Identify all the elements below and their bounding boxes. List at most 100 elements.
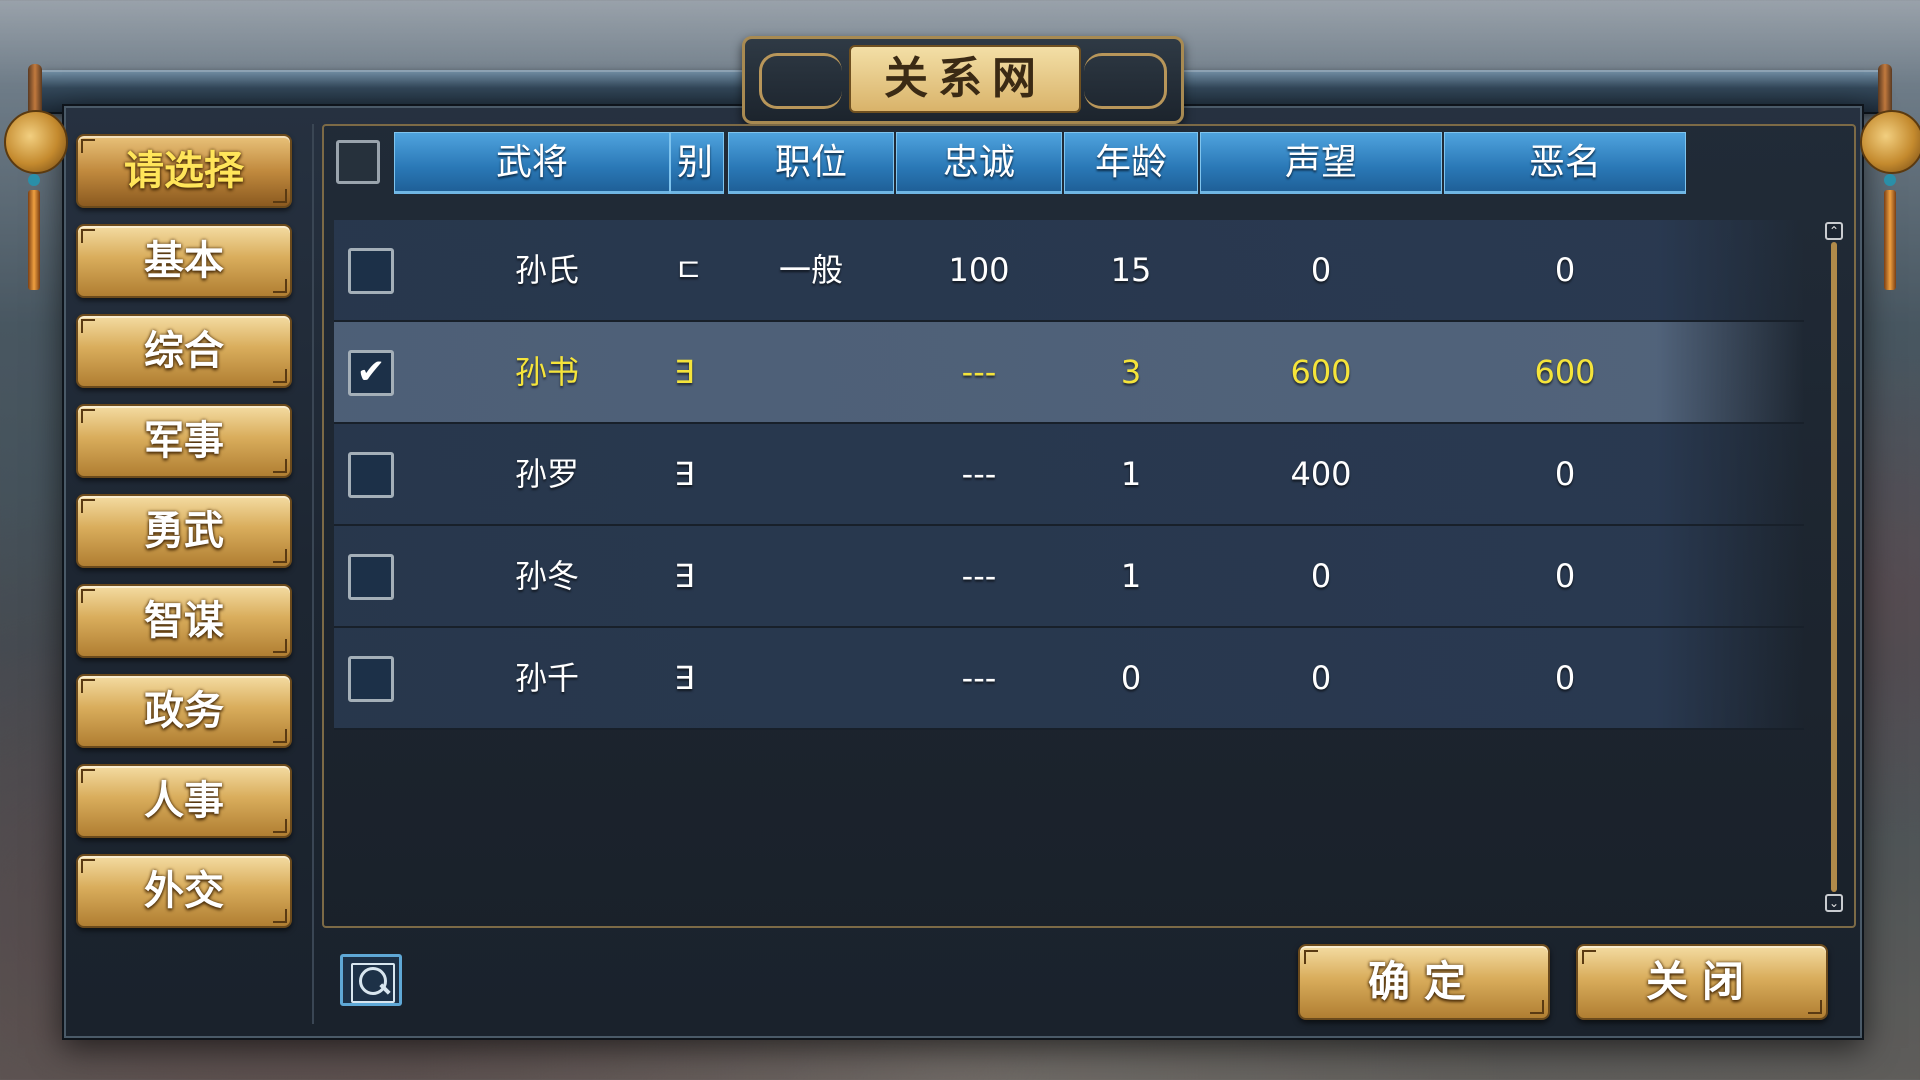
table-row[interactable]: 孙冬 ∃ --- 1 0 0: [334, 526, 1804, 628]
select-all-checkbox[interactable]: [336, 140, 380, 184]
corner-ornament: [1530, 1000, 1544, 1014]
table-row[interactable]: 孙氏 ㄷ 一般 100 15 0 0: [334, 220, 1804, 322]
menu-item-label: 人事: [144, 778, 224, 824]
scrollbar-track[interactable]: [1831, 242, 1837, 892]
officer-infamy: 0: [1554, 455, 1576, 493]
corner-ornament: [273, 909, 287, 923]
menu-item-personnel[interactable]: 人事: [76, 764, 292, 838]
officer-infamy: 0: [1554, 251, 1576, 289]
officer-gender: ∃: [674, 557, 695, 595]
tassel-bead: [1884, 174, 1896, 186]
menu-item-politics[interactable]: 政务: [76, 674, 292, 748]
row-checkbox[interactable]: [348, 554, 394, 600]
row-checkbox-checked[interactable]: ✔: [348, 350, 394, 396]
officer-name: 孙千: [514, 659, 579, 697]
officer-gender: ∃: [674, 353, 695, 391]
title-plate: 关系网: [742, 36, 1184, 124]
menu-item-label: 请选择: [124, 148, 244, 194]
row-checkbox[interactable]: [348, 248, 394, 294]
menu-item-strategy[interactable]: 智谋: [76, 584, 292, 658]
corner-ornament: [273, 639, 287, 653]
check-mark-icon: ✔: [356, 352, 386, 392]
corner-ornament: [81, 859, 95, 873]
menu-item-basic[interactable]: 基本: [76, 224, 292, 298]
menu-item-label: 政务: [144, 688, 224, 734]
medallion-icon: [4, 110, 68, 174]
close-button[interactable]: 关闭: [1576, 944, 1828, 1020]
menu-item-label: 外交: [144, 868, 224, 914]
officer-position: [728, 526, 894, 626]
medallion-icon: [1860, 110, 1920, 174]
table-body: 孙氏 ㄷ 一般 100 15 0 0 ✔ 孙书 ∃ --- 3 600 600 …: [334, 220, 1804, 730]
confirm-button-label: 确定: [1367, 957, 1480, 1006]
corner-ornament: [81, 319, 95, 333]
menu-divider: [312, 124, 314, 1024]
officer-fame: 0: [1310, 557, 1332, 595]
corner-ornament: [273, 369, 287, 383]
column-header-loyalty[interactable]: 忠诚: [896, 132, 1062, 194]
confirm-button[interactable]: 确定: [1298, 944, 1550, 1020]
officer-gender: ∃: [674, 659, 695, 697]
tassel-cord: [28, 190, 40, 290]
column-header-age[interactable]: 年龄: [1064, 132, 1198, 194]
vertical-scrollbar[interactable]: ⌃ ⌄: [1824, 222, 1844, 912]
menu-item-diplomacy[interactable]: 外交: [76, 854, 292, 928]
menu-item-select[interactable]: 请选择: [76, 134, 292, 208]
table-row-selected[interactable]: ✔ 孙书 ∃ --- 3 600 600: [334, 322, 1804, 424]
officer-loyalty: ---: [961, 455, 997, 493]
category-menu: 请选择 基本 综合 军事 勇武 智谋 政务 人事 外交: [76, 134, 292, 944]
menu-item-military[interactable]: 军事: [76, 404, 292, 478]
corner-ornament: [273, 729, 287, 743]
menu-item-label: 基本: [144, 238, 224, 284]
officer-name: 孙书: [514, 353, 579, 391]
officer-name: 孙罗: [514, 455, 579, 493]
officer-position: [728, 424, 894, 524]
officer-age: 15: [1110, 251, 1152, 289]
officer-position: 一般: [778, 251, 843, 289]
officer-name: 孙氏: [514, 251, 579, 289]
search-icon: [359, 967, 387, 995]
officer-loyalty: ---: [961, 353, 997, 391]
officer-name: 孙冬: [514, 557, 579, 595]
corner-ornament: [273, 549, 287, 563]
officer-infamy: 600: [1534, 353, 1596, 391]
table-row[interactable]: 孙千 ∃ --- 0 0 0: [334, 628, 1804, 730]
officer-infamy: 0: [1554, 659, 1576, 697]
officer-loyalty: ---: [961, 659, 997, 697]
column-header-fame[interactable]: 声望: [1200, 132, 1442, 194]
row-checkbox[interactable]: [348, 656, 394, 702]
officer-fame: 0: [1310, 659, 1332, 697]
tassel-cord: [1884, 190, 1896, 290]
scroll-down-icon[interactable]: ⌄: [1825, 894, 1843, 912]
menu-item-label: 综合: [144, 328, 224, 374]
officer-loyalty: ---: [961, 557, 997, 595]
column-header-gender[interactable]: 别: [670, 132, 724, 194]
officer-table: 武将 别 职位 忠诚 年龄 声望 恶名 孙氏 ㄷ 一般 100 15 0 0 ✔…: [322, 124, 1856, 928]
corner-ornament: [81, 769, 95, 783]
column-header-infamy[interactable]: 恶名: [1444, 132, 1686, 194]
menu-item-label: 勇武: [144, 508, 224, 554]
officer-infamy: 0: [1554, 557, 1576, 595]
corner-ornament: [1304, 950, 1318, 964]
menu-item-label: 智谋: [144, 598, 224, 644]
corner-ornament: [81, 679, 95, 693]
scroll-rod-end-left: [28, 64, 42, 116]
officer-gender: ∃: [674, 455, 695, 493]
window-title: 关系网: [849, 45, 1081, 113]
corner-ornament: [1582, 950, 1596, 964]
tassel-ornament-right: [1860, 110, 1920, 290]
corner-ornament: [81, 139, 95, 153]
scroll-up-icon[interactable]: ⌃: [1825, 222, 1843, 240]
row-checkbox[interactable]: [348, 452, 394, 498]
table-row[interactable]: 孙罗 ∃ --- 1 400 0: [334, 424, 1804, 526]
corner-ornament: [273, 189, 287, 203]
menu-item-overall[interactable]: 综合: [76, 314, 292, 388]
officer-position: [728, 628, 894, 728]
corner-ornament: [81, 229, 95, 243]
menu-item-valor[interactable]: 勇武: [76, 494, 292, 568]
corner-ornament: [273, 819, 287, 833]
column-header-position[interactable]: 职位: [728, 132, 894, 194]
officer-age: 3: [1120, 353, 1142, 391]
column-header-officer[interactable]: 武将: [394, 132, 670, 194]
search-button[interactable]: [340, 954, 402, 1006]
